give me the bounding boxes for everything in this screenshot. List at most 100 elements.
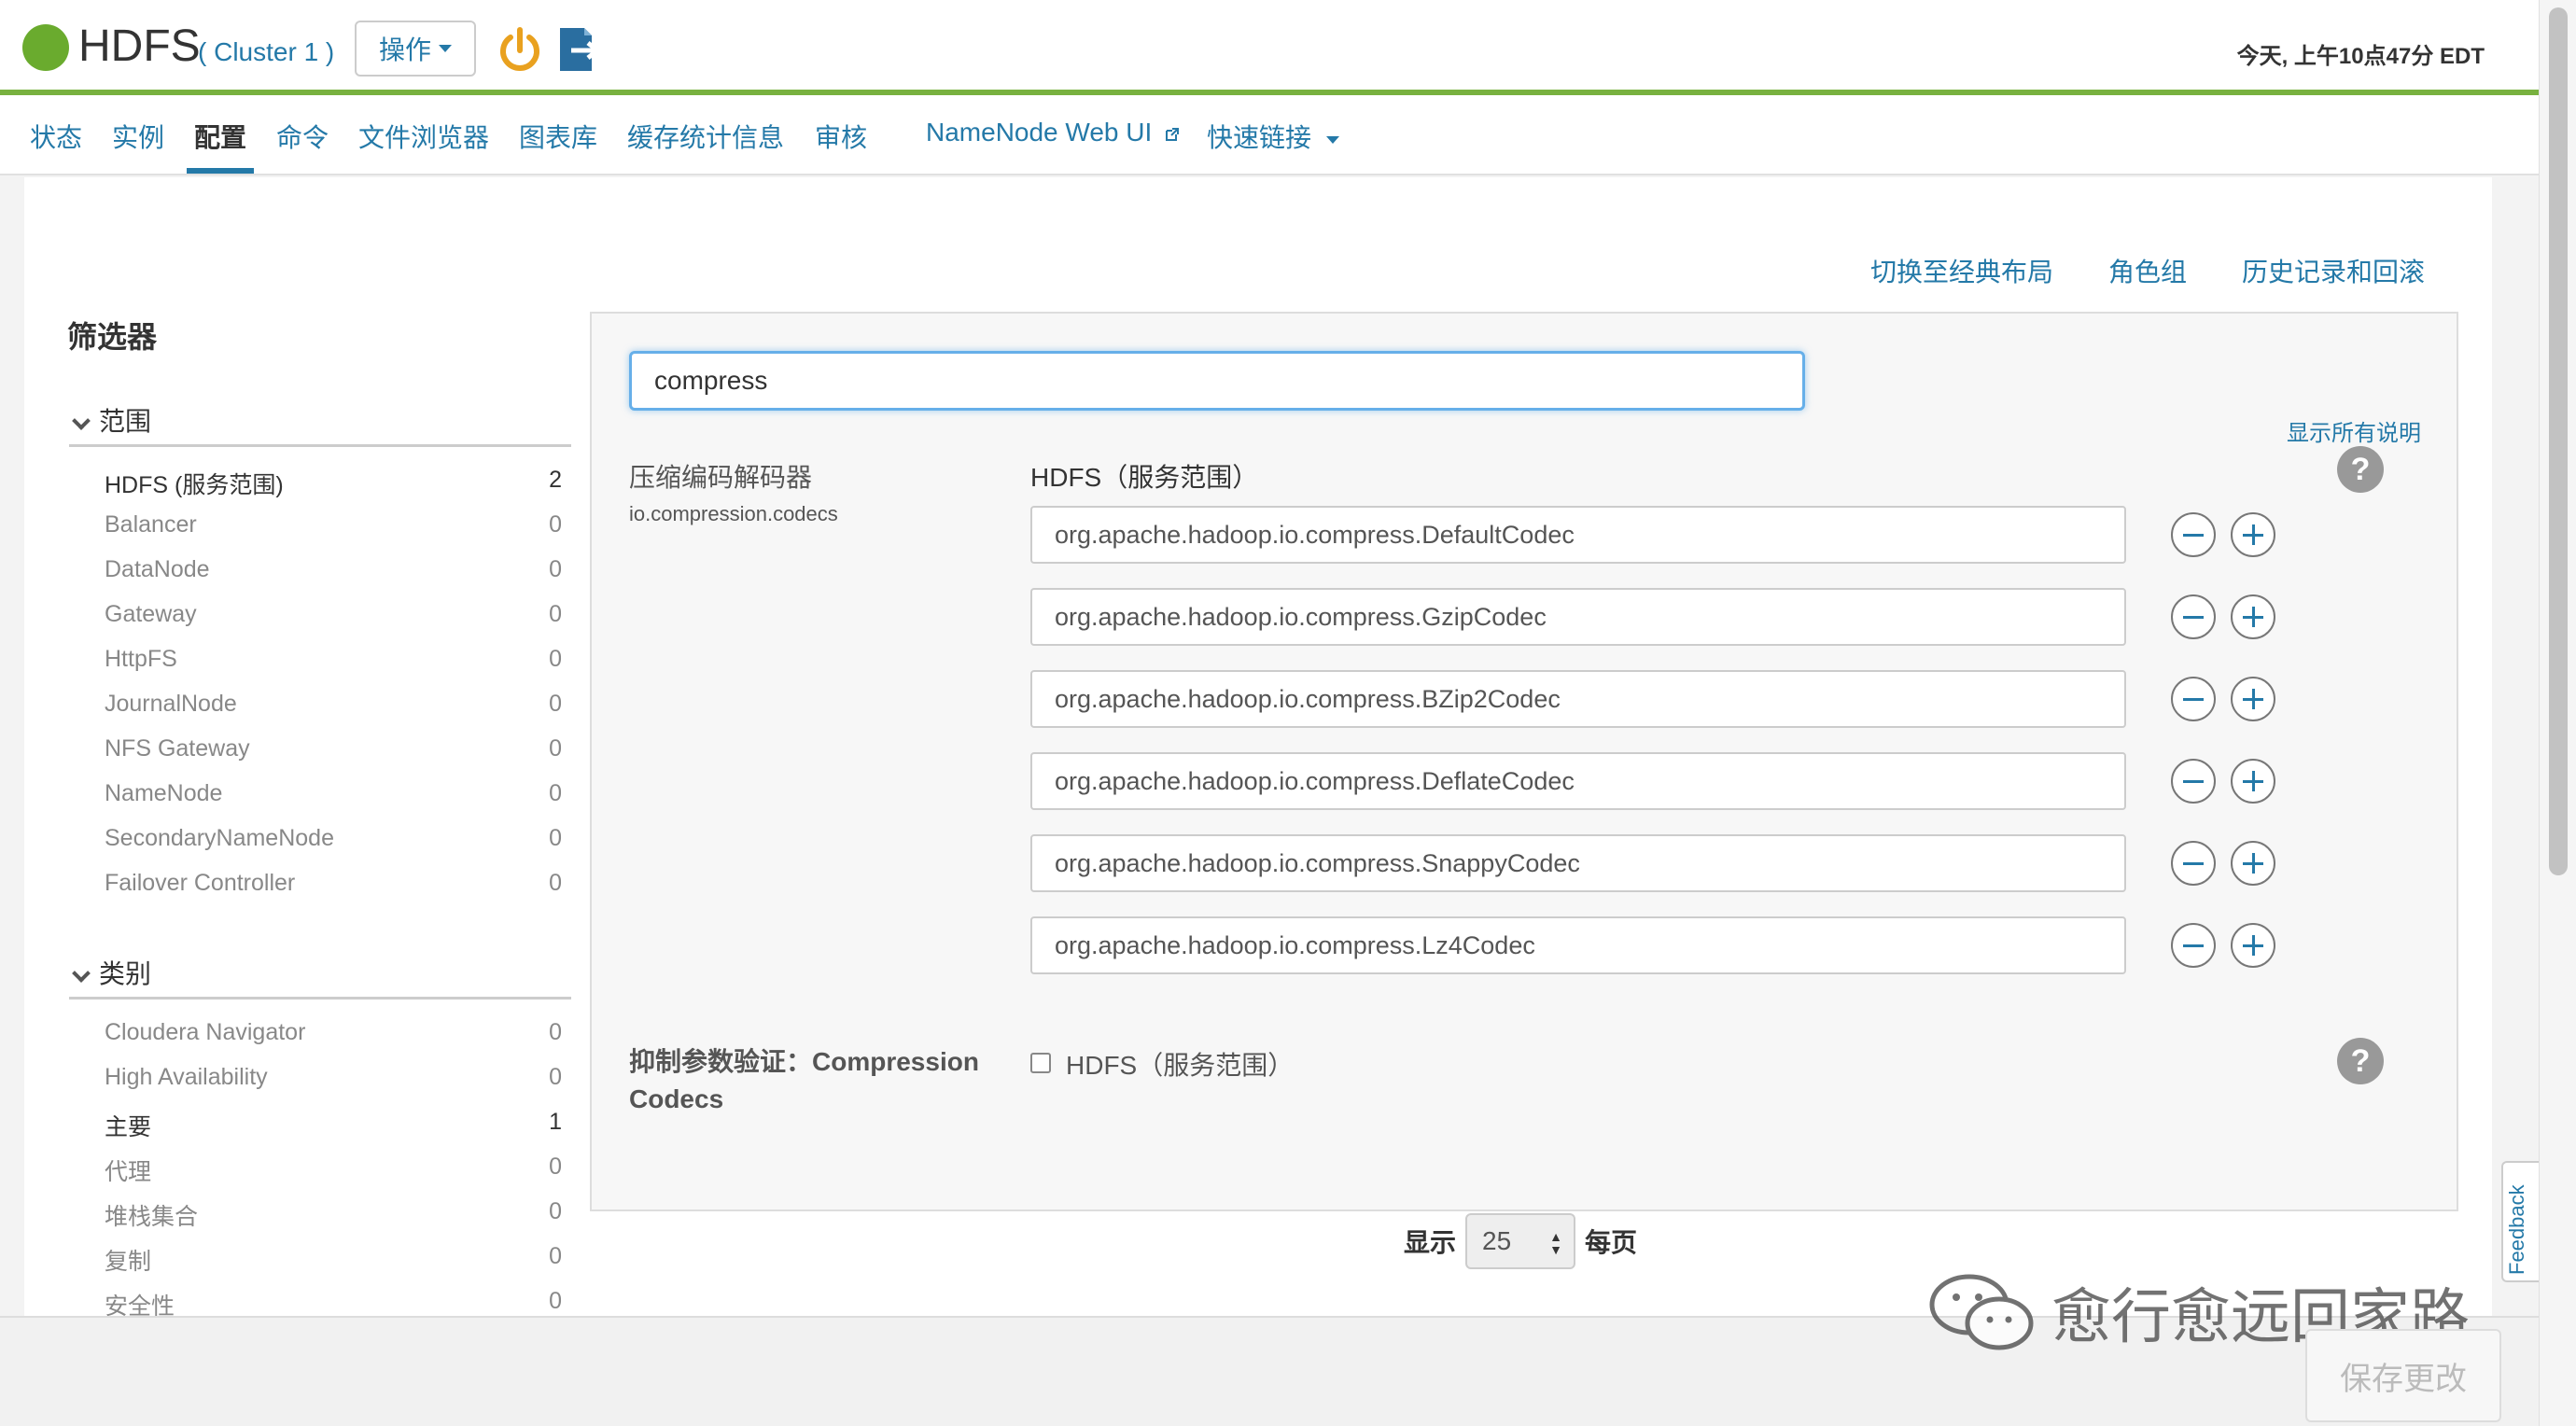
filter-item-count: 0 [549, 1198, 562, 1224]
filter-item-count: 1 [549, 1109, 562, 1135]
help-icon[interactable]: ? [2337, 446, 2384, 493]
remove-codec-button[interactable] [2171, 512, 2216, 557]
add-codec-button[interactable] [2231, 512, 2275, 557]
scrollbar-thumb[interactable] [2549, 7, 2568, 875]
chevron-down-icon [72, 411, 91, 430]
category-section-toggle[interactable]: 类别 [69, 954, 571, 1000]
codec-value-input[interactable]: org.apache.hadoop.io.compress.DefaultCod… [1030, 506, 2126, 564]
per-page-select[interactable]: 25 ▲ ▼ [1465, 1213, 1576, 1269]
filter-scope-item[interactable]: HttpFS 0 [105, 646, 562, 673]
minus-icon [2183, 779, 2204, 783]
help-icon[interactable]: ? [2337, 1038, 2384, 1084]
filter-item-label: HttpFS [105, 646, 177, 672]
filter-category-item[interactable]: 复制 0 [105, 1243, 562, 1277]
quick-links-label: 快速链接 [1207, 123, 1312, 152]
config-content: 切换至经典布局 角色组 历史记录和回滚 筛选器 范围 HDFS (服务范围) 2 B… [24, 177, 2492, 1320]
filter-item-label: DataNode [105, 556, 210, 582]
pagination: 显示 25 ▲ ▼ 每页 [1404, 1213, 1637, 1269]
exit-maintenance-icon[interactable] [556, 24, 603, 75]
remove-codec-button[interactable] [2171, 677, 2216, 721]
category-title: 类别 [99, 959, 152, 988]
tab-commands[interactable]: 命令 [276, 118, 329, 174]
role-groups-link[interactable]: 角色组 [2108, 252, 2187, 289]
codec-value-input[interactable]: org.apache.hadoop.io.compress.GzipCodec [1030, 588, 2126, 646]
add-codec-button[interactable] [2231, 841, 2275, 886]
filter-title: 筛选器 [67, 320, 158, 354]
plus-icon [2251, 689, 2255, 709]
config-search-input[interactable] [629, 351, 1805, 411]
codec-value-input[interactable]: org.apache.hadoop.io.compress.DeflateCod… [1030, 752, 2126, 810]
scope-section-toggle[interactable]: 范围 [69, 401, 571, 447]
filter-item-count: 0 [549, 556, 562, 582]
filter-category-item[interactable]: 堆栈集合 0 [105, 1198, 562, 1232]
filter-item-count: 0 [549, 780, 562, 806]
save-changes-button[interactable]: 保存更改 [2305, 1329, 2501, 1422]
page-scrollbar[interactable] [2539, 0, 2576, 1426]
tab-audit[interactable]: 审核 [815, 118, 867, 174]
filter-scope-item[interactable]: HDFS (服务范围) 2 [105, 467, 562, 500]
remove-codec-button[interactable] [2171, 923, 2216, 968]
filter-scope-item[interactable]: Failover Controller 0 [105, 870, 562, 897]
filter-item-label: 复制 [105, 1249, 152, 1275]
filter-item-label: High Availability [105, 1064, 268, 1090]
codec-value-input[interactable]: org.apache.hadoop.io.compress.Lz4Codec [1030, 916, 2126, 974]
tab-file-browser[interactable]: 文件浏览器 [358, 118, 489, 174]
filter-scope-item[interactable]: Gateway 0 [105, 601, 562, 628]
history-rollback-link[interactable]: 历史记录和回滚 [2242, 252, 2425, 289]
feedback-tab[interactable]: Feedback [2501, 1161, 2539, 1282]
show-all-descriptions-link[interactable]: 显示所有说明 [2287, 414, 2421, 447]
config-panel: 显示所有说明 ? 压缩编码解码器 io.compression.codecs H… [590, 312, 2458, 1211]
minus-icon [2183, 697, 2204, 701]
switch-classic-layout-link[interactable]: 切换至经典布局 [1870, 252, 2053, 289]
power-icon[interactable] [495, 24, 545, 75]
tab-cache-statistics[interactable]: 缓存统计信息 [627, 118, 784, 174]
suppress-validation-checkbox[interactable] [1030, 1053, 1051, 1073]
service-header: HDFS ( Cluster 1 ) 操作 今天, 上午10点47分 EDT [0, 0, 2539, 95]
filter-item-label: SecondaryNameNode [105, 825, 334, 851]
filter-category-item[interactable]: 主要 1 [105, 1109, 562, 1142]
filter-scope-item[interactable]: JournalNode 0 [105, 691, 562, 718]
filter-scope-item[interactable]: NameNode 0 [105, 780, 562, 807]
filter-scope-item[interactable]: NFS Gateway 0 [105, 735, 562, 762]
add-codec-button[interactable] [2231, 594, 2275, 639]
tab-status[interactable]: 状态 [30, 118, 82, 174]
filter-item-count: 0 [549, 1153, 562, 1180]
filter-category-item[interactable]: 代理 0 [105, 1153, 562, 1187]
filter-item-count: 0 [549, 1243, 562, 1269]
filter-category-item[interactable]: Cloudera Navigator 0 [105, 1019, 562, 1046]
filter-scope-item[interactable]: DataNode 0 [105, 556, 562, 583]
minus-icon [2183, 533, 2204, 537]
quick-links-dropdown[interactable]: 快速链接 [1207, 118, 1339, 174]
filter-item-label: Cloudera Navigator [105, 1019, 306, 1045]
tab-instances[interactable]: 实例 [112, 118, 164, 174]
cluster-link[interactable]: ( Cluster 1 ) [198, 37, 334, 67]
service-name[interactable]: HDFS [78, 21, 201, 72]
minus-icon [2183, 861, 2204, 865]
remove-codec-button[interactable] [2171, 759, 2216, 804]
pager-per-page-label: 每页 [1585, 1228, 1638, 1257]
service-nav-tabs: 状态 实例 配置 命令 文件浏览器 图表库 缓存统计信息 审核 NameNode… [0, 95, 2539, 175]
tab-charts-library[interactable]: 图表库 [519, 118, 597, 174]
actions-dropdown-button[interactable]: 操作 [355, 21, 476, 77]
suppress-validation-scope: HDFS（服务范围） [1066, 1051, 1295, 1080]
filter-item-count: 0 [549, 1064, 562, 1090]
scope-title: 范围 [99, 407, 152, 436]
add-codec-button[interactable] [2231, 677, 2275, 721]
filter-item-count: 0 [549, 735, 562, 762]
add-codec-button[interactable] [2231, 759, 2275, 804]
filter-scope-item[interactable]: SecondaryNameNode 0 [105, 825, 562, 852]
filter-category-item[interactable]: High Availability 0 [105, 1064, 562, 1091]
codec-value-input[interactable]: org.apache.hadoop.io.compress.BZip2Codec [1030, 670, 2126, 728]
remove-codec-button[interactable] [2171, 594, 2216, 639]
namenode-web-ui-link[interactable]: NameNode Web UI [926, 118, 1180, 174]
remove-codec-button[interactable] [2171, 841, 2216, 886]
property-scope-label: HDFS（服务范围） [1030, 463, 1259, 492]
property-key: io.compression.codecs [629, 502, 838, 525]
codec-value-input[interactable]: org.apache.hadoop.io.compress.SnappyCode… [1030, 834, 2126, 892]
filter-scope-item[interactable]: Balancer 0 [105, 511, 562, 538]
pager-show-label: 显示 [1404, 1228, 1457, 1257]
tab-configuration[interactable]: 配置 [187, 118, 255, 174]
add-codec-button[interactable] [2231, 923, 2275, 968]
plus-icon [2251, 607, 2255, 627]
filter-item-label: NameNode [105, 780, 223, 806]
